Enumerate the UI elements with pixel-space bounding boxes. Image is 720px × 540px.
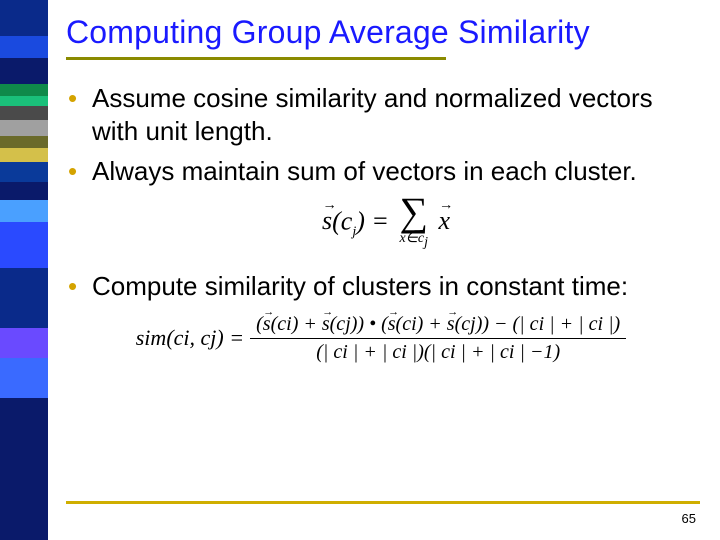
sidebar-stripe [0,0,48,36]
sym-ci: c [174,325,184,350]
sidebar-stripe [0,36,48,58]
sidebar-stripe [0,222,48,268]
sidebar-stripe [0,106,48,120]
sidebar-stripe [0,136,48,148]
footer-rule [66,501,700,504]
sidebar-stripe [0,268,48,328]
fraction-denominator: (| ci | + | ci |)(| ci | + | ci | −1) [250,338,626,366]
sidebar-stripe [0,162,48,182]
fraction: (s(ci) + s(cj)) • (s(ci) + s(cj)) − (| c… [250,311,626,366]
sub-j2: j [210,325,216,350]
bullet-3: Compute similarity of clusters in consta… [66,270,706,303]
sigma-sum: ∑ x∈cj [399,196,428,251]
sidebar-stripe [0,96,48,106]
page-number: 65 [682,511,696,526]
title-underline [66,57,446,60]
sidebar-stripe [0,358,48,398]
sym-s: s [322,206,332,235]
sym-sim: sim [136,325,167,350]
sym-x: x [438,206,450,235]
sidebar-stripe [0,200,48,222]
sym-cj: c [201,325,211,350]
sym-equals2: = [224,325,244,350]
sidebar-stripe [0,182,48,200]
sum-under-in: ∈ [406,231,418,246]
bullet-list-2: Compute similarity of clusters in consta… [66,270,706,303]
sub-i: i [183,325,189,350]
sum-under-j: j [424,234,428,249]
sym-equals: = [365,206,396,235]
formula-sum-vector: s(cj) = ∑ x∈cj x [66,196,706,251]
decorative-sidebar [0,0,48,540]
sidebar-stripe [0,398,48,540]
content-area: Computing Group Average Similarity Assum… [66,14,706,366]
bullet-2: Always maintain sum of vectors in each c… [66,155,706,188]
sub-j: j [352,224,356,239]
sidebar-stripe [0,328,48,358]
bullet-list: Assume cosine similarity and normalized … [66,82,706,188]
slide: Computing Group Average Similarity Assum… [0,0,720,540]
sidebar-stripe [0,84,48,96]
slide-title: Computing Group Average Similarity [66,14,706,51]
bullet-1: Assume cosine similarity and normalized … [66,82,706,147]
sym-c: c [341,206,353,235]
sidebar-stripe [0,148,48,162]
formula-similarity: sim(ci, cj) = (s(ci) + s(cj)) • (s(ci) +… [66,311,706,366]
sum-under-x: x [399,231,405,246]
sidebar-stripe [0,120,48,136]
fraction-numerator: (s(ci) + s(cj)) • (s(ci) + s(cj)) − (| c… [250,311,626,338]
sidebar-stripe [0,58,48,84]
